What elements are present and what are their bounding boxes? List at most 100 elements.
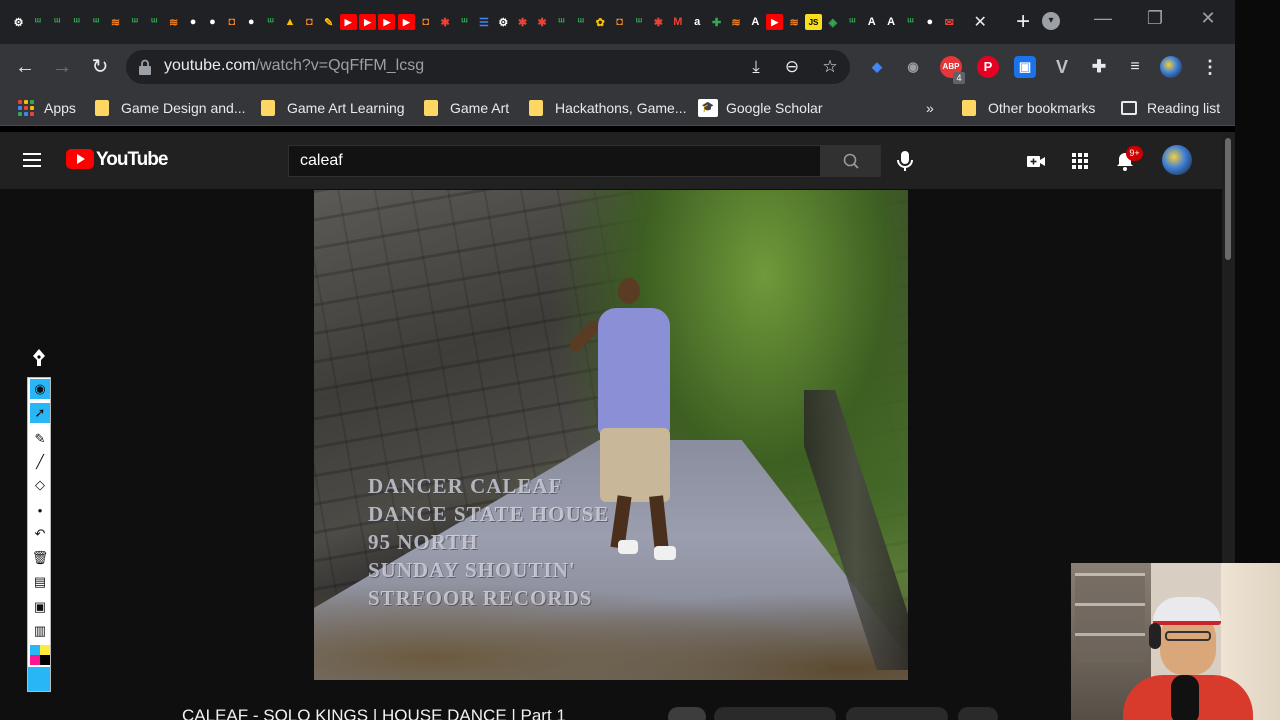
search-button[interactable]: [821, 145, 881, 177]
cursor-icon[interactable]: ➚: [30, 403, 50, 423]
bookmark-folder-hackathons[interactable]: Hackathons, Game...: [529, 98, 687, 118]
apps-icon[interactable]: [1069, 150, 1091, 172]
coursera-icon[interactable]: ᵚ: [88, 14, 105, 30]
orange-icon[interactable]: ◘: [223, 14, 240, 30]
drive-icon[interactable]: ▲: [281, 14, 298, 30]
pen-tool-icon[interactable]: [30, 348, 48, 368]
a-icon[interactable]: A: [883, 14, 900, 30]
media-controls-icon[interactable]: ≡: [1124, 56, 1146, 78]
asterisk-icon[interactable]: ✱: [437, 14, 454, 30]
coursera-icon[interactable]: ᵚ: [553, 14, 570, 30]
gmail-icon[interactable]: ✉: [941, 14, 958, 30]
bookmark-folder-game-art-learning[interactable]: Game Art Learning: [261, 98, 405, 118]
account-avatar[interactable]: [1162, 145, 1192, 175]
minimize-icon[interactable]: —: [1088, 8, 1118, 29]
address-bar[interactable]: youtube.com/watch?v=QqFfFM_lcsg ⤓ ⊖ ☆: [126, 50, 850, 84]
back-button[interactable]: ←: [12, 54, 38, 80]
orange-icon[interactable]: ◘: [417, 14, 434, 30]
m-icon[interactable]: M: [669, 14, 686, 30]
coursera-icon[interactable]: ᵚ: [572, 14, 589, 30]
js-icon[interactable]: JS: [805, 14, 823, 30]
bookmark-star-icon[interactable]: ☆: [820, 58, 840, 76]
dot-icon[interactable]: •: [30, 500, 50, 520]
amazon-icon[interactable]: a: [689, 14, 706, 30]
youtube-icon[interactable]: ▶: [766, 14, 784, 30]
coursera-icon[interactable]: ᵚ: [146, 14, 163, 30]
coursera-icon[interactable]: ᵚ: [844, 14, 861, 30]
chip-all[interactable]: [668, 707, 706, 720]
stack-icon[interactable]: ≋: [165, 14, 182, 30]
head-icon[interactable]: ●: [243, 14, 260, 30]
coursera-icon[interactable]: ᵚ: [262, 14, 279, 30]
trash-icon[interactable]: 🗑: [30, 548, 50, 568]
gear-icon[interactable]: ⚙: [10, 14, 27, 30]
scrollbar-thumb[interactable]: [1225, 138, 1231, 260]
forward-button[interactable]: →: [49, 54, 75, 80]
a-icon[interactable]: A: [863, 14, 880, 30]
zoom-icon[interactable]: ⊖: [782, 58, 802, 76]
clipboard-icon[interactable]: ▥: [30, 621, 50, 641]
gear-icon[interactable]: ⚙: [495, 14, 512, 30]
coursera-icon[interactable]: ᵚ: [631, 14, 648, 30]
color-swatch-magenta[interactable]: [30, 655, 40, 665]
create-video-icon[interactable]: [1025, 150, 1047, 172]
reading-list-button[interactable]: Reading list: [1121, 98, 1220, 118]
whiteboard-icon[interactable]: ▤: [30, 572, 50, 592]
install-app-icon[interactable]: ⤓: [746, 58, 766, 76]
pen-icon[interactable]: ✎: [320, 14, 337, 30]
search-box[interactable]: [288, 145, 821, 177]
youtube-icon[interactable]: ▶: [378, 14, 396, 30]
head-icon[interactable]: ●: [921, 14, 938, 30]
voice-search-icon[interactable]: [892, 148, 918, 174]
color-swatch-black[interactable]: [40, 655, 50, 665]
head-icon[interactable]: ●: [185, 14, 202, 30]
coursera-icon[interactable]: ᵚ: [126, 14, 143, 30]
current-color-swatch[interactable]: [28, 667, 50, 691]
bot-icon[interactable]: ✚: [708, 14, 725, 30]
stack-icon[interactable]: ≋: [786, 14, 803, 30]
bookmark-other-bookmarks[interactable]: Other bookmarks: [962, 98, 1095, 118]
window-close-icon[interactable]: ✕: [1193, 8, 1223, 29]
browser-menu-icon[interactable]: ⋮: [1199, 56, 1221, 78]
new-tab-button[interactable]: +: [1005, 8, 1041, 36]
coursera-icon[interactable]: ᵚ: [29, 14, 46, 30]
coursera-icon[interactable]: ᵚ: [456, 14, 473, 30]
youtube-icon[interactable]: ▶: [359, 14, 377, 30]
color-swatch-cyan[interactable]: [30, 645, 40, 655]
head-icon[interactable]: ●: [204, 14, 221, 30]
close-tab-icon[interactable]: ✕: [965, 12, 995, 32]
eye-icon[interactable]: ◉: [30, 379, 50, 399]
camera-icon[interactable]: ▣: [30, 597, 50, 617]
extension-v-icon[interactable]: V: [1051, 56, 1073, 78]
profile-avatar[interactable]: [1160, 56, 1182, 78]
asterisk-icon[interactable]: ✱: [514, 14, 531, 30]
pen-icon[interactable]: ✎: [30, 429, 50, 449]
bookmark-folder-game-design[interactable]: Game Design and...: [95, 98, 246, 118]
reload-button[interactable]: ↻: [87, 54, 113, 80]
tab-search-icon[interactable]: ▾: [1042, 12, 1060, 30]
pinterest-icon[interactable]: P: [977, 56, 999, 78]
bookmark-google-scholar[interactable]: 🎓 Google Scholar: [698, 98, 823, 118]
extension-marker-icon[interactable]: ◆: [866, 56, 888, 78]
a-icon[interactable]: A: [747, 14, 764, 30]
stack-icon[interactable]: ≋: [727, 14, 744, 30]
coursera-icon[interactable]: ᵚ: [49, 14, 66, 30]
youtube-logo-icon[interactable]: [66, 149, 94, 169]
chip[interactable]: [846, 707, 948, 720]
color-swatch-yellow[interactable]: [40, 645, 50, 655]
photos-icon[interactable]: ✿: [592, 14, 609, 30]
extension-shield-icon[interactable]: ▣: [1014, 56, 1036, 78]
chip[interactable]: [714, 707, 836, 720]
asterisk-icon[interactable]: ✱: [650, 14, 667, 30]
menu-icon[interactable]: [23, 153, 41, 167]
youtube-logo-text[interactable]: YouTube: [96, 149, 168, 171]
chip[interactable]: [958, 707, 998, 720]
shield-icon[interactable]: ◈: [824, 14, 841, 30]
youtube-icon[interactable]: ▶: [397, 14, 415, 30]
line-icon[interactable]: ╱: [30, 452, 50, 472]
coursera-icon[interactable]: ᵚ: [68, 14, 85, 30]
coursera-icon[interactable]: ᵚ: [902, 14, 919, 30]
restore-icon[interactable]: ❐: [1140, 8, 1170, 29]
undo-icon[interactable]: ↶: [30, 524, 50, 544]
orange-icon[interactable]: ◘: [611, 14, 628, 30]
